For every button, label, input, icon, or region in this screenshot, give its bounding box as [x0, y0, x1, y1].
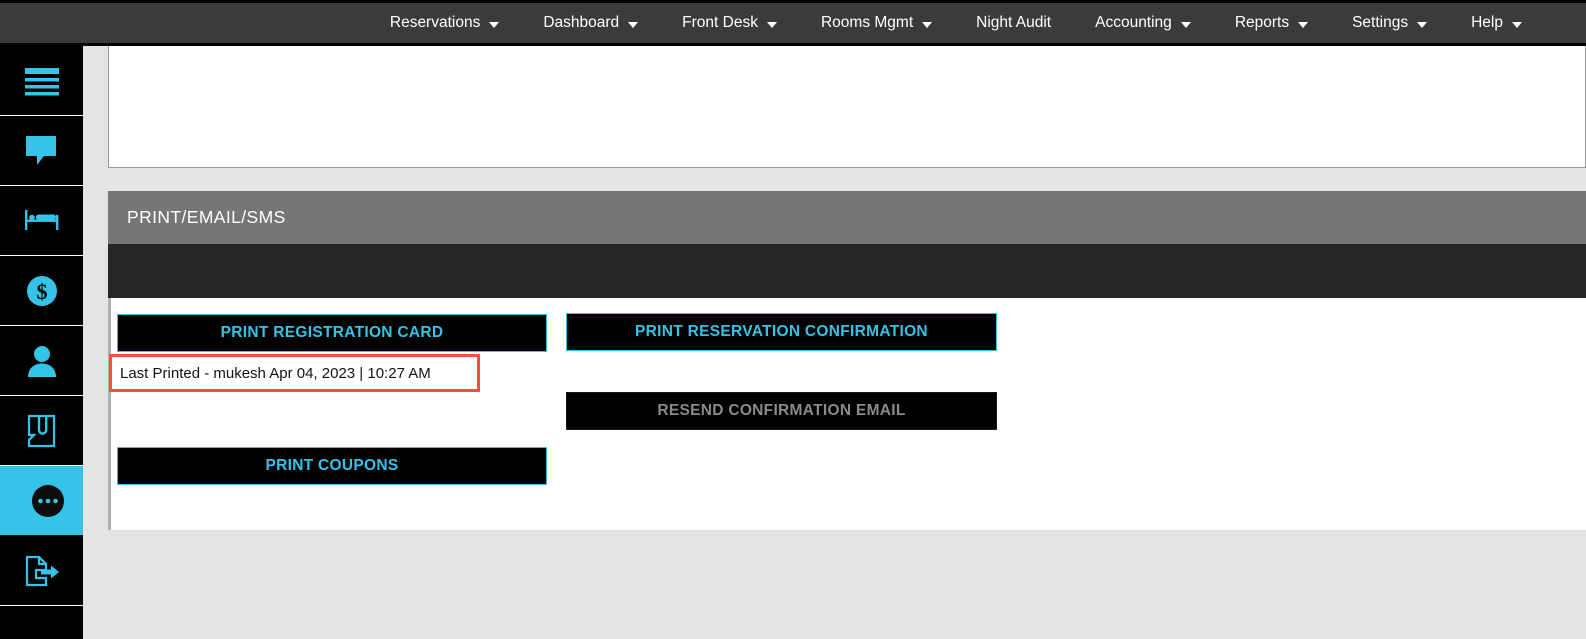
last-printed-highlight-box: Last Printed - mukesh Apr 04, 2023 | 10:…	[109, 354, 480, 392]
card-body: PRINT REGISTRATION CARD Last Printed - m…	[108, 298, 1586, 530]
nav-item-accounting[interactable]: Accounting	[1073, 3, 1213, 43]
chevron-down-icon	[1298, 22, 1308, 28]
print-registration-card-button[interactable]: PRINT REGISTRATION CARD	[117, 314, 547, 352]
print-reservation-confirmation-button[interactable]: PRINT RESERVATION CONFIRMATION	[566, 313, 997, 351]
svg-text:$: $	[36, 279, 47, 304]
nav-item-help[interactable]: Help	[1449, 3, 1544, 43]
print-email-sms-card: PRINT/EMAIL/SMS PRINT REGISTRATION CARD …	[108, 191, 1586, 530]
card-subheader-bar	[108, 244, 1586, 298]
nav-item-reports[interactable]: Reports	[1213, 3, 1330, 43]
nav-label-front-desk: Front Desk	[682, 14, 758, 32]
person-icon	[27, 345, 57, 377]
ellipsis-circle-icon	[31, 484, 65, 518]
print-coupons-button[interactable]: PRINT COUPONS	[117, 447, 547, 485]
chevron-down-icon	[1417, 22, 1427, 28]
top-navigation-bar: Reservations Dashboard Front Desk Rooms …	[0, 3, 1586, 43]
chevron-down-icon	[628, 22, 638, 28]
nav-item-settings[interactable]: Settings	[1330, 3, 1449, 43]
document-clip-icon	[27, 414, 57, 448]
chevron-down-icon	[1181, 22, 1191, 28]
last-printed-text: Last Printed - mukesh Apr 04, 2023 | 10:…	[120, 365, 431, 382]
chevron-down-icon	[767, 22, 777, 28]
main-content-area: PRINT/EMAIL/SMS PRINT REGISTRATION CARD …	[83, 46, 1586, 639]
nav-label-reports: Reports	[1235, 14, 1289, 32]
nav-item-rooms-mgmt[interactable]: Rooms Mgmt	[799, 3, 954, 43]
left-sidebar: $	[0, 46, 83, 639]
sidebar-item-messages[interactable]	[0, 116, 83, 186]
nav-label-night-audit: Night Audit	[976, 14, 1051, 32]
card-header: PRINT/EMAIL/SMS	[108, 191, 1586, 244]
chevron-down-icon	[489, 22, 499, 28]
nav-label-settings: Settings	[1352, 14, 1408, 32]
sidebar-item-checkout[interactable]	[0, 536, 83, 606]
document-export-icon	[24, 555, 60, 587]
nav-item-night-audit[interactable]: Night Audit	[954, 3, 1073, 43]
sidebar-item-attachments[interactable]	[0, 396, 83, 466]
dollar-circle-icon: $	[26, 275, 58, 307]
upper-empty-panel	[108, 46, 1586, 168]
nav-item-front-desk[interactable]: Front Desk	[660, 3, 799, 43]
sidebar-item-more[interactable]	[0, 466, 96, 536]
sidebar-item-billing[interactable]: $	[0, 256, 83, 326]
body-left-rule	[109, 298, 111, 530]
nav-item-reservations[interactable]: Reservations	[368, 3, 521, 43]
bed-icon	[24, 208, 60, 234]
resend-confirmation-email-button[interactable]: RESEND CONFIRMATION EMAIL	[566, 392, 997, 430]
chat-bubble-icon	[25, 135, 59, 167]
nav-label-rooms-mgmt: Rooms Mgmt	[821, 14, 913, 32]
nav-item-dashboard[interactable]: Dashboard	[521, 3, 660, 43]
nav-label-dashboard: Dashboard	[543, 14, 619, 32]
nav-label-reservations: Reservations	[390, 14, 480, 32]
nav-label-help: Help	[1471, 14, 1503, 32]
nav-label-accounting: Accounting	[1095, 14, 1172, 32]
hamburger-menu-icon	[22, 66, 62, 96]
sidebar-item-guest[interactable]	[0, 326, 83, 396]
sidebar-item-rooms[interactable]	[0, 186, 83, 256]
chevron-down-icon	[1512, 22, 1522, 28]
page-title: PRINT/EMAIL/SMS	[127, 207, 286, 228]
sidebar-item-menu[interactable]	[0, 46, 83, 116]
chevron-down-icon	[922, 22, 932, 28]
